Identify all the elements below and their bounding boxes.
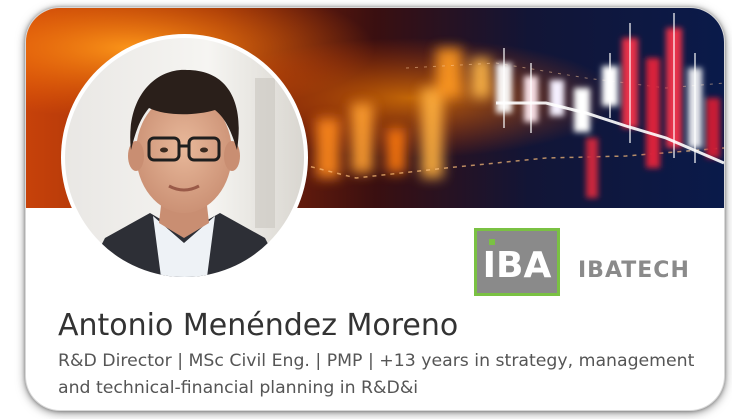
svg-text:IBA: IBA xyxy=(483,245,552,286)
profile-card: IBA IBATECH Antonio Menéndez Moreno R&D … xyxy=(26,8,724,410)
ibatech-logo-icon: IBA xyxy=(483,239,552,286)
profile-photo-icon xyxy=(65,38,304,277)
company-name[interactable]: IBATECH xyxy=(578,258,690,283)
company-logo[interactable]: IBA xyxy=(474,228,560,296)
profile-headline: R&D Director | MSc Civil Eng. | PMP | +1… xyxy=(58,351,695,398)
avatar[interactable] xyxy=(65,38,304,277)
profile-name: Antonio Menéndez Moreno xyxy=(58,308,459,343)
